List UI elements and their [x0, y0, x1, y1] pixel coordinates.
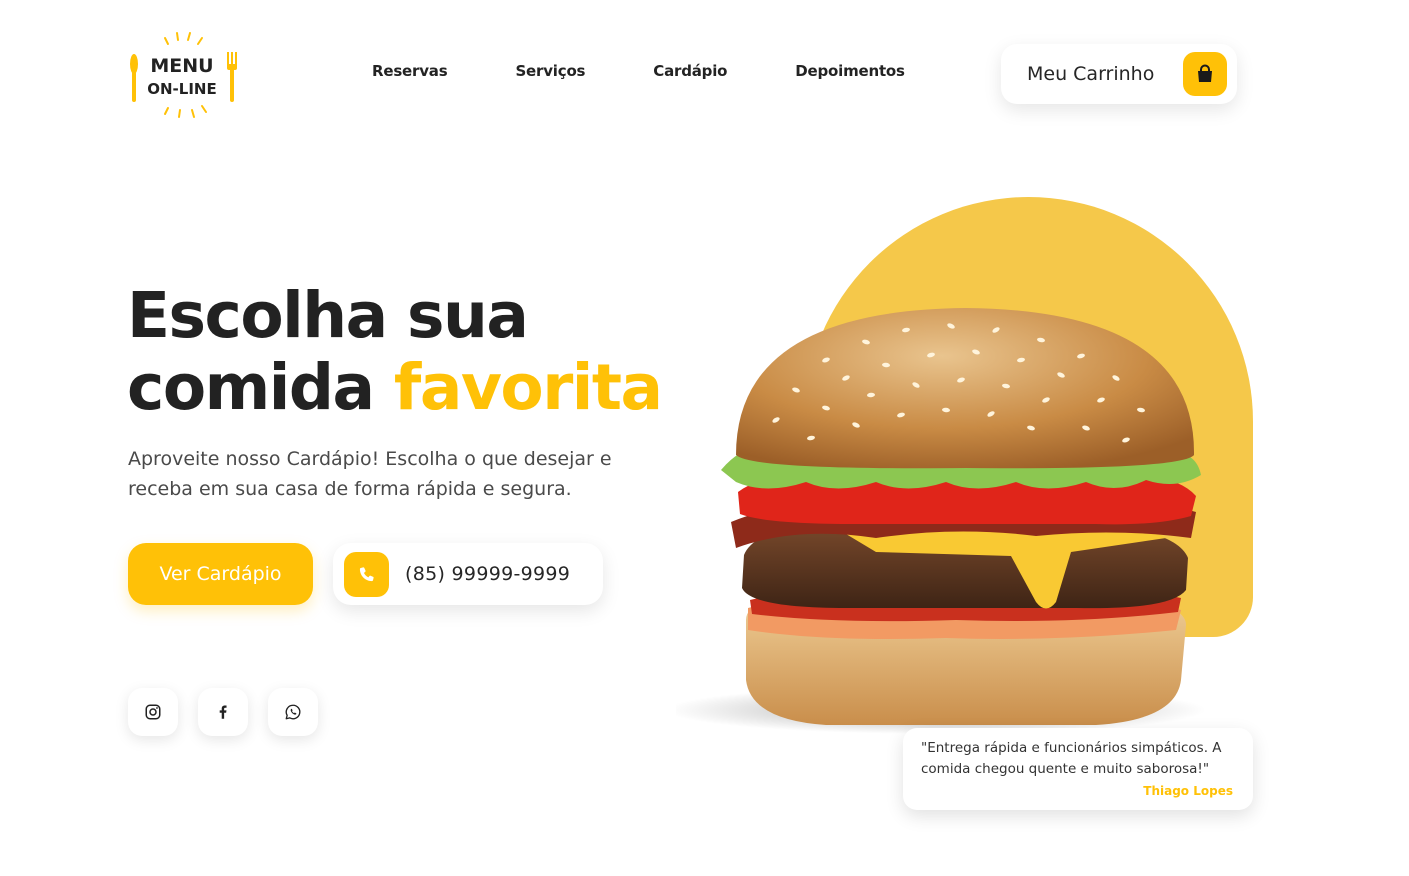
facebook-link[interactable] — [198, 688, 248, 736]
logo[interactable]: MENU ON-LINE — [128, 30, 238, 120]
hero-subtitle: Aproveite nosso Cardápio! Escolha o que … — [128, 448, 612, 500]
cart-label: Meu Carrinho — [1027, 63, 1155, 85]
instagram-link[interactable] — [128, 688, 178, 736]
instagram-icon — [145, 704, 161, 720]
nav-link-depoimentos[interactable]: Depoimentos — [795, 62, 905, 80]
testimonial-quote: "Entrega rápida e funcionários simpático… — [921, 740, 1222, 777]
phone-contact[interactable]: (85) 99999-9999 — [333, 543, 603, 605]
phone-number: (85) 99999-9999 — [405, 563, 571, 585]
phone-icon — [344, 551, 389, 597]
main-nav: Reservas Serviços Cardápio Depoimentos — [372, 62, 905, 80]
facebook-icon — [219, 705, 227, 719]
shopping-bag-icon — [1183, 52, 1227, 96]
whatsapp-link[interactable] — [268, 688, 318, 736]
nav-link-servicos[interactable]: Serviços — [515, 62, 585, 80]
hero-title: Escolha sua comida favorita — [127, 279, 663, 424]
whatsapp-icon — [285, 704, 301, 720]
logo-line1: MENU — [150, 55, 213, 77]
testimonial-author: Thiago Lopes — [1143, 784, 1233, 798]
hero-title-line1: Escolha sua — [127, 279, 529, 352]
cart-button[interactable]: Meu Carrinho — [1001, 44, 1237, 104]
nav-link-reservas[interactable]: Reservas — [372, 62, 448, 80]
nav-link-cardapio[interactable]: Cardápio — [653, 62, 727, 80]
logo-line2: ON-LINE — [147, 80, 216, 98]
hero-title-accent: favorita — [393, 351, 663, 424]
testimonial-card: "Entrega rápida e funcionários simpático… — [903, 728, 1253, 810]
view-menu-button[interactable]: Ver Cardápio — [128, 543, 313, 605]
hero-title-line2: comida — [127, 351, 394, 424]
burger-image — [676, 308, 1206, 734]
logo-graphic: MENU ON-LINE — [130, 32, 237, 118]
